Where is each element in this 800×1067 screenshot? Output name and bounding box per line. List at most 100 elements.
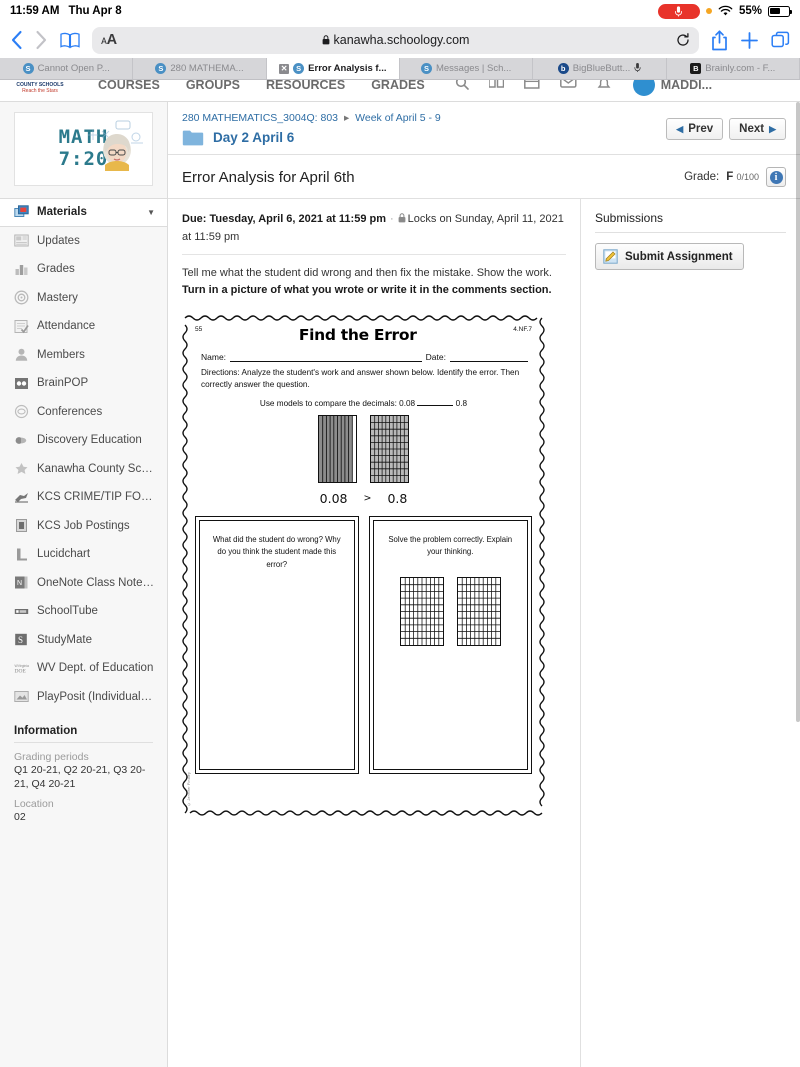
sidebar-item-kcs-crime-tip-form[interactable]: KCS CRIME/TIP FORM <box>0 483 167 512</box>
sidebar-item-label: Updates <box>37 234 80 247</box>
next-button[interactable]: Next ▶ <box>729 118 786 140</box>
sidebar-item-wv-dept-of-education[interactable]: WVirginia DOE WV Dept. of Education <box>0 654 167 683</box>
svg-text:WVirginia: WVirginia <box>15 664 30 668</box>
sidebar-item-attendance[interactable]: Attendance <box>0 312 167 341</box>
nav-user-name[interactable]: MADDI... <box>661 80 712 92</box>
due-row: Due: Tuesday, April 6, 2021 at 11:59 pm ·… <box>182 211 566 245</box>
browser-tab-1[interactable]: S 280 MATHEMA... <box>133 58 267 79</box>
assignment-instructions: Tell me what the student did wrong and t… <box>182 265 566 299</box>
sidebar-item-updates[interactable]: Updates <box>0 227 167 256</box>
grading-periods-label: Grading periods <box>14 751 89 763</box>
plus-icon[interactable] <box>740 31 759 50</box>
location-label: Location <box>14 798 54 811</box>
url-bar[interactable]: ᴀA kanawha.schoology.com <box>92 26 699 54</box>
breadcrumb-week[interactable]: Week of April 5 - 9 <box>355 112 441 124</box>
members-person-icon <box>14 347 29 362</box>
tabs-overview-icon[interactable] <box>771 31 790 50</box>
messages-icon[interactable] <box>559 80 577 94</box>
lock-icon <box>398 212 406 229</box>
schoology-icon: S <box>420 63 432 74</box>
notifications-icon[interactable] <box>597 80 611 95</box>
folder-title[interactable]: Day 2 April 6 <box>213 130 294 145</box>
worksheet-page-number: 55 <box>195 326 203 334</box>
reload-icon[interactable] <box>673 30 693 50</box>
nav-item-courses[interactable]: COURSES <box>98 80 160 92</box>
next-label: Next <box>739 123 765 135</box>
nav-item-groups[interactable]: GROUPS <box>186 80 240 92</box>
submit-assignment-icon <box>603 249 618 264</box>
tab-label: BigBlueButt... <box>572 63 631 74</box>
book-icon[interactable] <box>60 32 80 49</box>
sidebar-item-label: Kanawha County Scho... <box>37 462 155 475</box>
tab-label: Brainly.com - F... <box>705 63 776 74</box>
sidebar-item-materials[interactable]: Materials ▼ <box>0 198 167 227</box>
course-sidebar: MATH 7:20 Materials ▼ Updates Grades Mas… <box>0 102 168 1067</box>
onenote-icon: N <box>14 575 29 590</box>
bigbluebutton-icon: b <box>557 63 569 74</box>
privacy-indicator-icon <box>705 8 712 14</box>
sidebar-item-kanawha-county-schools[interactable]: Kanawha County Scho... <box>0 455 167 484</box>
browser-tab-5[interactable]: B Brainly.com - F... <box>667 58 800 79</box>
calendar-icon[interactable] <box>523 80 540 95</box>
browser-tab-strip: S Cannot Open P... S 280 MATHEMA... ✕ S … <box>0 58 800 80</box>
user-avatar[interactable] <box>632 80 655 96</box>
lock-icon <box>322 35 330 45</box>
sidebar-item-label: Lucidchart <box>37 548 91 561</box>
updates-icon <box>14 233 29 248</box>
sidebar-item-grades[interactable]: Grades <box>0 255 167 284</box>
ios-status-bar: 11:59 AM Thu Apr 8 55% <box>0 0 800 22</box>
prev-button[interactable]: ◀ Prev <box>666 118 724 140</box>
due-separator: · <box>390 213 394 225</box>
browser-tab-4[interactable]: b BigBlueButt... <box>533 58 667 79</box>
left-triangle-icon: ◀ <box>676 123 684 134</box>
search-icon[interactable] <box>455 80 469 95</box>
forward-chevron-icon <box>35 30 48 50</box>
due-date: Due: Tuesday, April 6, 2021 at 11:59 pm <box>182 213 386 225</box>
sidebar-item-schooltube[interactable]: SchoolTube <box>0 597 167 626</box>
page-title: Error Analysis for April 6th <box>182 168 355 186</box>
kanawha-logo[interactable]: KANAWHA COUNTY SCHOOLS Reach the Stars <box>8 80 72 94</box>
sidebar-item-lucidchart[interactable]: Lucidchart <box>0 540 167 569</box>
prev-label: Prev <box>688 123 714 135</box>
info-icon[interactable]: i <box>766 167 786 187</box>
worksheet-zigzag-border <box>182 315 545 816</box>
sidebar-item-mastery[interactable]: Mastery <box>0 284 167 313</box>
browser-tab-2[interactable]: ✕ S Error Analysis f... <box>266 58 400 79</box>
sidebar-item-onenote-class-notebook[interactable]: N OneNote Class Notebo... <box>0 569 167 598</box>
submit-assignment-button[interactable]: Submit Assignment <box>595 243 744 270</box>
sidebar-item-playposit[interactable]: PlayPosit (Individual/B... <box>0 683 167 712</box>
sidebar-item-label: BrainPOP <box>37 377 89 390</box>
breadcrumb-course[interactable]: 280 MATHEMATICS_3004Q: 803 <box>182 112 338 124</box>
close-icon[interactable]: ✕ <box>279 63 290 74</box>
information-heading: Information <box>14 725 78 737</box>
sidebar-item-label: OneNote Class Notebo... <box>37 576 155 589</box>
sidebar-item-brainpop[interactable]: BrainPOP <box>0 369 167 398</box>
crime-tip-icon <box>14 490 29 505</box>
nav-item-resources[interactable]: RESOURCES <box>266 80 345 92</box>
back-chevron-icon[interactable] <box>10 30 23 50</box>
sidebar-item-members[interactable]: Members <box>0 341 167 370</box>
sidebar-item-studymate[interactable]: S StudyMate <box>0 626 167 655</box>
nav-item-grades[interactable]: GRADES <box>371 80 424 92</box>
browser-tab-3[interactable]: S Messages | Sch... <box>400 58 534 79</box>
sidebar-item-label: Mastery <box>37 291 78 304</box>
status-date: Thu Apr 8 <box>68 5 122 17</box>
page-scrollbar[interactable] <box>796 102 800 722</box>
url-display: kanawha.schoology.com <box>92 33 699 47</box>
chevron-down-icon[interactable]: ▼ <box>147 208 155 217</box>
browser-tab-0[interactable]: S Cannot Open P... <box>0 58 134 79</box>
kanawha-icon <box>14 461 29 476</box>
sidebar-item-kcs-job-postings[interactable]: KCS Job Postings <box>0 512 167 541</box>
grade-label: Grade: <box>684 171 720 183</box>
sidebar-item-label: StudyMate <box>37 633 92 646</box>
worksheet-image[interactable]: 55 Find the Error 4.NF.7 Name: Date: Dir… <box>182 313 545 819</box>
sidebar-item-discovery-education[interactable]: Discovery Education <box>0 426 167 455</box>
instructions-line-1: Tell me what the student did wrong and t… <box>182 267 552 279</box>
svg-text:N: N <box>17 580 22 587</box>
apps-grid-icon[interactable] <box>487 80 504 95</box>
breadcrumb-separator: ▸ <box>343 112 350 124</box>
conferences-icon <box>14 404 29 419</box>
sidebar-item-conferences[interactable]: Conferences <box>0 398 167 427</box>
lucidchart-icon <box>14 547 29 562</box>
share-icon[interactable] <box>711 29 728 51</box>
